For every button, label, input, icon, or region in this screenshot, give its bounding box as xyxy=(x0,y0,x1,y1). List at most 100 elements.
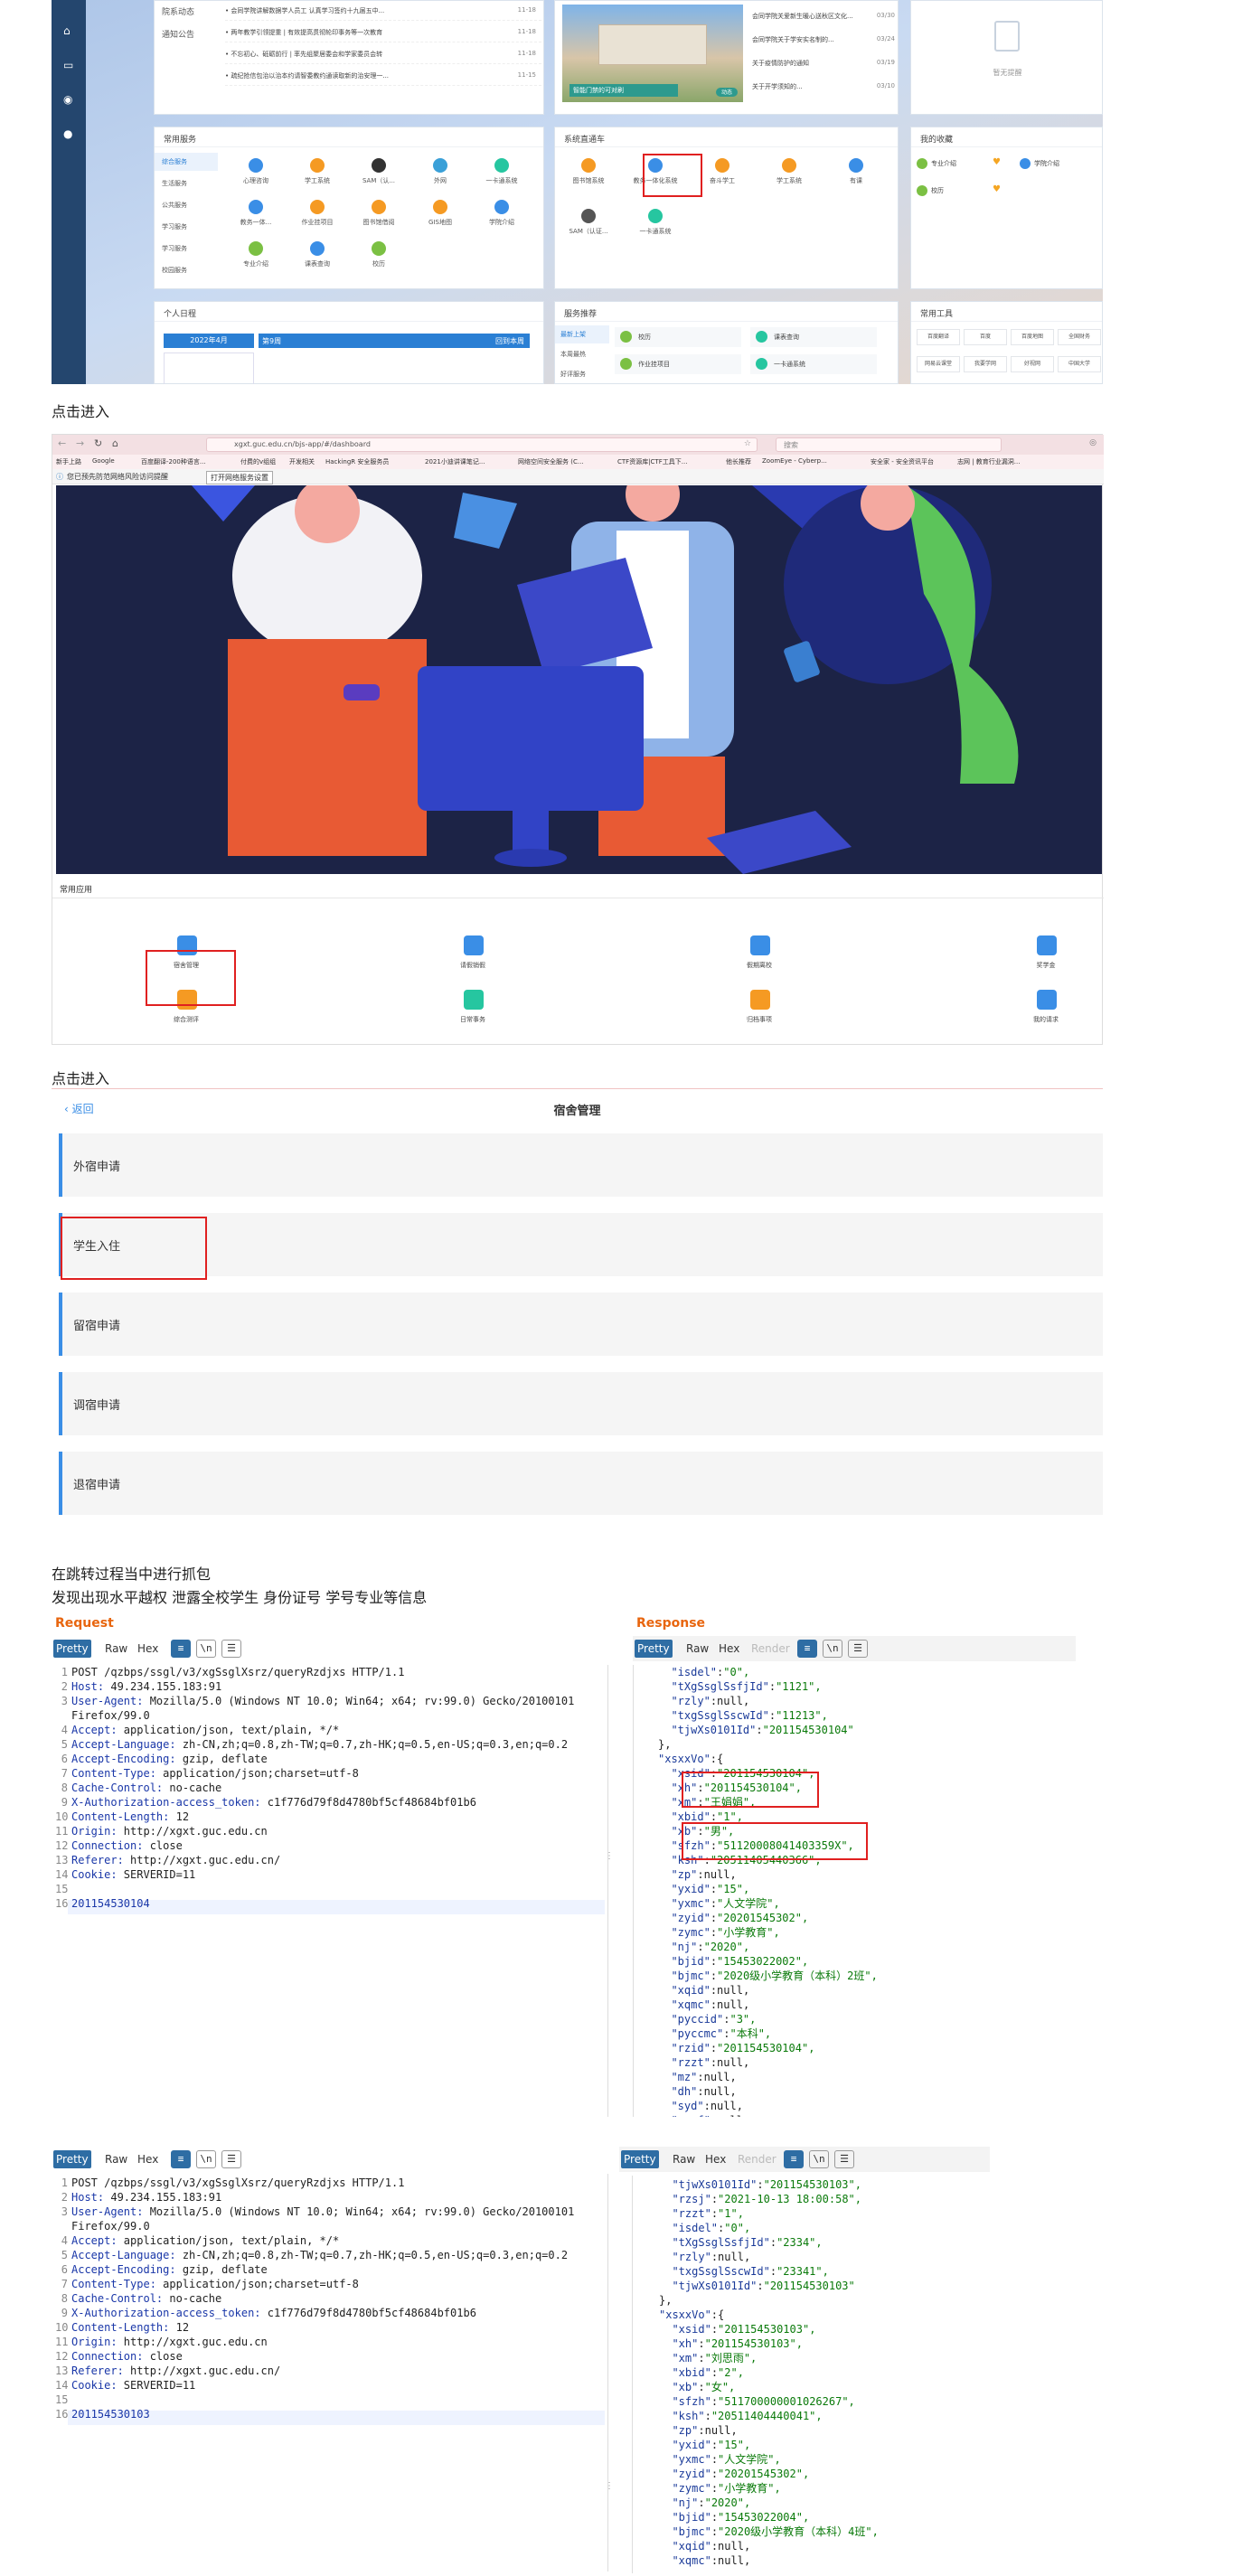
service-item[interactable]: 学院介绍 xyxy=(471,194,532,236)
bookmark-item[interactable]: 百度翻译-200种语言... xyxy=(141,457,206,466)
service-item[interactable]: 校历 xyxy=(348,236,409,277)
app-item[interactable]: 奖学金 xyxy=(1010,935,1082,979)
forward-icon[interactable]: → xyxy=(76,437,84,449)
news-row[interactable]: 关于开学须知的... 03/10 xyxy=(752,80,897,95)
newline-icon[interactable]: \n xyxy=(823,1640,842,1658)
service-item[interactable]: 学工系统 xyxy=(287,153,348,194)
app-item[interactable]: 请假销假 xyxy=(437,935,509,979)
favorite-item[interactable]: 校历 ♥ xyxy=(917,183,1007,200)
app-item[interactable]: 日常事务 xyxy=(437,990,509,1033)
newline-icon[interactable]: \n xyxy=(196,2150,216,2168)
recommend-tab[interactable]: 最新上架 xyxy=(555,325,609,343)
search-bar[interactable]: 搜索 xyxy=(776,437,1002,452)
tool-item[interactable]: 百度 xyxy=(964,329,1007,345)
tab-hex[interactable]: Hex xyxy=(716,1640,742,1658)
direct-item[interactable]: 图书馆系统 xyxy=(555,153,622,203)
tab-pretty[interactable]: Pretty xyxy=(621,2150,659,2168)
service-item[interactable]: 专业介绍 xyxy=(225,236,287,277)
app-item[interactable]: 归档事项 xyxy=(723,990,795,1033)
heart-icon[interactable]: ♥ xyxy=(993,184,1001,194)
bookmark-item[interactable]: 志网 | 教育行业漏洞... xyxy=(957,457,1020,466)
bookmark-item[interactable]: 新手上路 xyxy=(56,457,81,466)
newline-icon[interactable]: \n xyxy=(809,2150,829,2168)
services-tab[interactable]: 综合服务 xyxy=(155,153,218,171)
tool-item[interactable]: 百度翻译 xyxy=(917,329,960,345)
services-tab[interactable]: 校园服务 xyxy=(155,261,218,279)
service-item[interactable]: SAM（认... xyxy=(348,153,409,194)
menu-icon[interactable]: ☰ xyxy=(848,1640,868,1658)
home-icon[interactable]: ⌂ xyxy=(63,25,75,36)
menu-item-outside-stay[interactable]: 外宿申请 xyxy=(59,1133,1103,1197)
service-item[interactable]: 一卡通系统 xyxy=(471,153,532,194)
news-row[interactable]: 会同学院关于学安实名制的... 03/24 xyxy=(752,33,897,48)
tab-raw[interactable]: Raw xyxy=(102,1640,130,1658)
notice-row[interactable]: • 两年教学引领提重 | 有效提高贯彻轮印事务等一次教育 11-18 xyxy=(225,26,541,42)
star-icon[interactable]: ☆ xyxy=(744,439,751,448)
schedule-week[interactable]: 第9周 xyxy=(262,336,281,346)
tab-pretty[interactable]: Pretty xyxy=(53,2150,91,2168)
tab-raw[interactable]: Raw xyxy=(683,1640,711,1658)
bookmark-item[interactable]: CTF资源库|CTF工具下... xyxy=(617,457,687,466)
request-body-2[interactable]: POST /qzbps/ssgl/v3/xgSsglXsrz/queryRzdj… xyxy=(71,2176,605,2421)
extension-icon[interactable]: ◎ xyxy=(1089,438,1097,447)
pane-resize-handle[interactable]: ⋮ xyxy=(605,1851,614,1861)
bookmark-item[interactable]: 付费的v组组 xyxy=(240,457,276,466)
menu-item-student-checkin[interactable]: 学生入住 xyxy=(59,1213,1103,1276)
response-body-1[interactable]: "isdel":"0", "tXgSsglSsfjId":"1121", "rz… xyxy=(658,1665,1074,2117)
wrap-icon[interactable]: ≡ xyxy=(784,2150,804,2168)
schedule-month[interactable]: 2022年4月 xyxy=(164,334,254,348)
menu-icon[interactable]: ☰ xyxy=(221,2150,241,2168)
notice-row[interactable]: • 会同学院讲解数据学人员工 认真学习签约十九届五中... 11-18 xyxy=(225,5,541,21)
response-body-2[interactable]: "tjwXs0101Id":"201154530103", "rzsj":"20… xyxy=(659,2177,990,2575)
menu-item-checkout[interactable]: 退宿申请 xyxy=(59,1452,1103,1515)
bookmark-item[interactable]: 2021小迪讲课笔记... xyxy=(425,457,485,466)
service-item[interactable]: 教务一体... xyxy=(225,194,287,236)
heart-icon[interactable]: ♥ xyxy=(993,157,1001,167)
service-item[interactable]: 心理咨询 xyxy=(225,153,287,194)
box-icon[interactable]: ◉ xyxy=(63,94,75,105)
notice-tab-notice[interactable]: 通知公告 xyxy=(162,28,194,40)
notice-tab-news[interactable]: 院系动态 xyxy=(162,5,194,17)
recommend-item[interactable]: 作业挂项目 xyxy=(615,354,741,374)
home-icon[interactable]: ⌂ xyxy=(112,437,118,449)
tool-item[interactable]: 好视网 xyxy=(1011,356,1054,372)
menu-item-room-change[interactable]: 调宿申请 xyxy=(59,1372,1103,1435)
services-tab[interactable]: 生活服务 xyxy=(155,174,218,193)
user-icon[interactable]: ● xyxy=(63,128,75,139)
recommend-item[interactable]: 校历 xyxy=(615,327,741,347)
pane-resize-handle[interactable]: ⋮ xyxy=(605,2481,614,2491)
recommend-tab[interactable]: 好评服务 xyxy=(555,365,609,383)
wrap-icon[interactable]: ≡ xyxy=(171,2150,191,2168)
direct-item[interactable]: 学工系统 xyxy=(756,153,823,203)
back-icon[interactable]: ← xyxy=(58,437,66,449)
services-tab[interactable]: 学习服务 xyxy=(155,218,218,236)
service-item[interactable]: 课表查询 xyxy=(287,236,348,277)
direct-item[interactable]: 有课 xyxy=(823,153,889,203)
tab-render[interactable]: Render xyxy=(735,2150,779,2168)
favorite-item[interactable]: 专业介绍 ♥ xyxy=(917,156,1007,173)
url-bar[interactable]: xgxt.guc.edu.cn/bjs-app/#/dashboard ☆ xyxy=(206,437,758,452)
tab-hex[interactable]: Hex xyxy=(702,2150,729,2168)
bookmark-item[interactable]: HackingR 安全服务员 xyxy=(325,457,389,466)
bookmark-item[interactable]: Google xyxy=(92,457,115,465)
bookmark-item[interactable]: 开发相关 xyxy=(289,457,315,466)
news-row[interactable]: 关于疫情防护的通知 03/19 xyxy=(752,57,897,71)
direct-item[interactable]: SAM（认证... xyxy=(555,203,622,254)
app-item[interactable]: 我的请求 xyxy=(1010,990,1082,1033)
tab-hex[interactable]: Hex xyxy=(135,1640,161,1658)
recommend-item[interactable]: 课表查询 xyxy=(750,327,877,347)
tab-render[interactable]: Render xyxy=(748,1640,793,1658)
services-tab[interactable]: 学习服务 xyxy=(155,240,218,258)
newline-icon[interactable]: \n xyxy=(196,1640,216,1658)
request-body-1[interactable]: POST /qzbps/ssgl/v3/xgSsglXsrz/queryRzdj… xyxy=(71,1665,605,1911)
service-item[interactable]: 作业挂项目 xyxy=(287,194,348,236)
bookmark-item[interactable]: 安全家 - 安全资讯平台 xyxy=(871,457,934,466)
bookmark-item[interactable]: ZoomEye - Cyberp... xyxy=(762,457,827,465)
service-item[interactable]: 图书馆借阅 xyxy=(348,194,409,236)
schedule-today[interactable]: 回到本周 xyxy=(495,336,524,346)
tool-item[interactable]: 中国大学 xyxy=(1058,356,1101,372)
tab-raw[interactable]: Raw xyxy=(670,2150,698,2168)
tab-pretty[interactable]: Pretty xyxy=(53,1640,91,1658)
wrap-icon[interactable]: ≡ xyxy=(797,1640,817,1658)
bookmark-item[interactable]: 网络空间安全服务 (C... xyxy=(518,457,584,466)
